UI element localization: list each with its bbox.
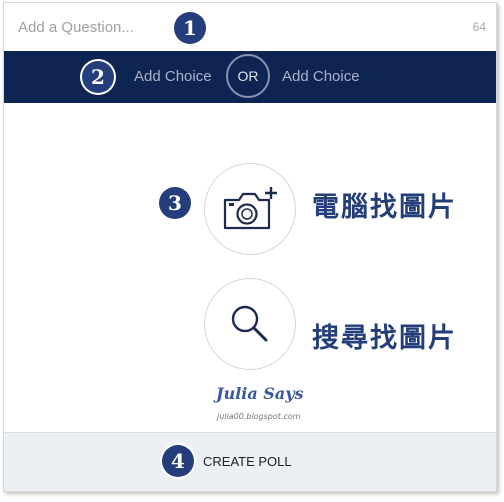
add-choice-right[interactable]: Add Choice xyxy=(282,68,360,85)
watermark-url: julia00.blogspot.com xyxy=(217,412,301,421)
step-badge-4: 4 xyxy=(162,445,194,477)
step-badge-2: 2 xyxy=(82,61,114,93)
create-poll-label: CREATE POLL xyxy=(203,454,292,469)
step-badge-3: 3 xyxy=(159,187,191,219)
step-badge-1: 1 xyxy=(174,12,206,44)
choices-bar: Add Choice OR Add Choice 2 xyxy=(4,51,496,103)
watermark-name: Julia Says xyxy=(216,384,304,403)
footer-bar: CREATE POLL 4 xyxy=(4,432,496,491)
or-separator: OR xyxy=(226,54,270,98)
upload-image-button[interactable] xyxy=(204,163,296,255)
create-poll-button[interactable]: CREATE POLL xyxy=(4,433,496,491)
question-input[interactable] xyxy=(18,18,318,36)
poll-editor: 64 1 Add Choice OR Add Choice 2 3 電腦找圖片 … xyxy=(3,2,497,492)
char-counter: 64 xyxy=(472,20,486,34)
search-image-button[interactable] xyxy=(204,278,296,370)
upload-image-label[interactable]: 電腦找圖片 xyxy=(312,185,457,224)
camera-plus-icon xyxy=(223,187,277,230)
add-choice-left[interactable]: Add Choice xyxy=(134,68,212,85)
magnifier-icon xyxy=(231,305,268,342)
question-row: 64 xyxy=(4,3,496,51)
search-image-label[interactable]: 搜尋找圖片 xyxy=(312,316,457,355)
